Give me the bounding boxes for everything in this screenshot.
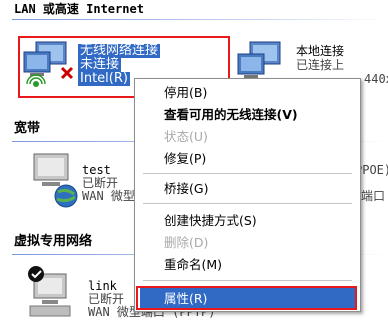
menu-item-rename[interactable]: 重命名(M) [140, 254, 357, 275]
menu-separator [143, 203, 352, 204]
test-connection-device: WAN 微型 [82, 189, 135, 203]
vpn-connection-icon[interactable] [26, 264, 82, 328]
menu-item-status[interactable]: 状态(U) [140, 126, 357, 147]
broadband-connection-icon[interactable] [28, 152, 80, 220]
section-divider [12, 19, 388, 20]
menu-separator [143, 173, 352, 174]
wireless-connection-name: 无线网络连接 [78, 43, 161, 58]
wireless-connection-status: 未连接 [78, 57, 122, 72]
properties-highlight-box [136, 286, 357, 310]
menu-item-bridge[interactable]: 桥接(G) [140, 178, 357, 199]
menu-item-view-wireless[interactable]: 查看可用的无线连接(V) [140, 104, 357, 125]
menu-item-delete[interactable]: 删除(D) [140, 232, 357, 253]
wireless-connection-device: Intel(R) [78, 71, 130, 86]
local-connection-status: 已连接上 [296, 58, 345, 72]
section-header-lan: LAN 或高速 Internet [14, 2, 144, 16]
test-connection-label[interactable]: test 已断开 WAN 微型 [82, 164, 135, 203]
menu-item-repair[interactable]: 修复(P) [140, 148, 357, 169]
local-connection-name: 本地连接 [296, 44, 345, 58]
context-menu: 停用(B) 查看可用的无线连接(V) 状态(U) 修复(P) 桥接(G) 创建快… [134, 78, 361, 312]
test-connection-extra2-text: 端口 [361, 189, 386, 203]
menu-separator [143, 280, 352, 281]
menu-item-disable[interactable]: 停用(B) [140, 82, 357, 103]
menu-item-create-shortcut[interactable]: 创建快捷方式(S) [140, 210, 357, 231]
test-connection-extra2: 端口 [361, 190, 385, 203]
